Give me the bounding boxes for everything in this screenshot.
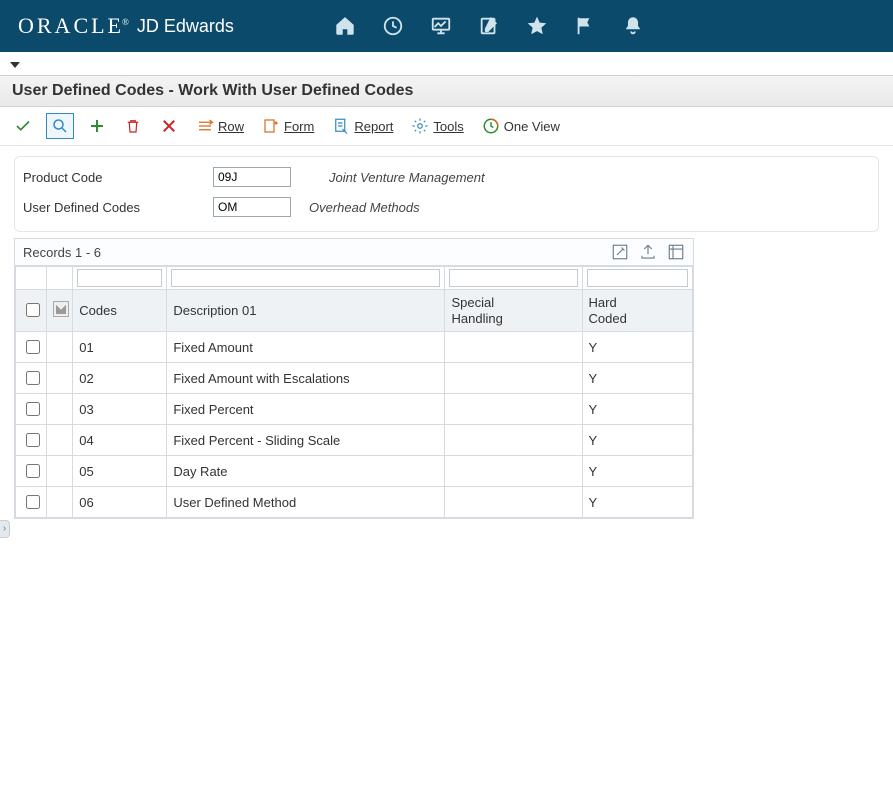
cell-desc: Fixed Amount	[167, 332, 445, 363]
oneview-menu-label: One View	[504, 119, 560, 134]
add-button[interactable]	[84, 114, 110, 138]
ok-button[interactable]	[10, 114, 36, 138]
col-special[interactable]: SpecialHandling	[445, 290, 582, 332]
product-name: JD Edwards	[137, 16, 234, 37]
filter-panel: Product Code Joint Venture Management Us…	[14, 156, 879, 232]
col-desc[interactable]: Description 01	[167, 290, 445, 332]
bell-icon[interactable]	[622, 15, 644, 37]
cell-hard: Y	[582, 394, 692, 425]
row-checkbox[interactable]	[26, 371, 40, 385]
star-icon[interactable]	[526, 15, 548, 37]
qbe-row	[16, 267, 693, 290]
compose-icon[interactable]	[478, 15, 500, 37]
find-button[interactable]	[46, 113, 74, 139]
table-row[interactable]: 05Day Rate Y	[16, 456, 693, 487]
close-button[interactable]	[156, 114, 182, 138]
recent-icon[interactable]	[382, 15, 404, 37]
app-banner: ORACLE® JD Edwards	[0, 0, 893, 52]
table-row[interactable]: 04Fixed Percent - Sliding Scale Y	[16, 425, 693, 456]
oracle-logo: ORACLE®	[18, 13, 129, 39]
monitor-icon[interactable]	[430, 15, 452, 37]
row-menu-button[interactable]: Row	[192, 114, 248, 138]
row-checkbox[interactable]	[26, 402, 40, 416]
row-checkbox[interactable]	[26, 495, 40, 509]
oneview-menu-button[interactable]: One View	[478, 114, 564, 138]
cell-hard: Y	[582, 332, 692, 363]
page-title: User Defined Codes - Work With User Defi…	[0, 76, 893, 107]
udc-input[interactable]	[213, 197, 291, 217]
cell-desc: Fixed Amount with Escalations	[167, 363, 445, 394]
cell-desc: User Defined Method	[167, 487, 445, 518]
cell-special	[445, 394, 582, 425]
form-menu-label: Form	[284, 119, 314, 134]
side-collapse-handle[interactable]: ›	[0, 520, 10, 538]
maximize-grid-icon[interactable]	[667, 243, 685, 261]
tools-menu-label: Tools	[433, 119, 463, 134]
product-code-label: Product Code	[23, 170, 213, 185]
cell-code: 04	[73, 425, 167, 456]
row-checkbox[interactable]	[26, 433, 40, 447]
form-menu-button[interactable]: Form	[258, 114, 318, 138]
qbe-hard-input[interactable]	[587, 269, 688, 287]
qbe-special-input[interactable]	[449, 269, 577, 287]
tools-menu-button[interactable]: Tools	[407, 114, 467, 138]
table-row[interactable]: 03Fixed Percent Y	[16, 394, 693, 425]
cell-hard: Y	[582, 456, 692, 487]
grid: Records 1 - 6	[14, 238, 694, 519]
cell-code: 05	[73, 456, 167, 487]
cell-hard: Y	[582, 425, 692, 456]
cell-code: 03	[73, 394, 167, 425]
cell-code: 02	[73, 363, 167, 394]
flag-icon[interactable]	[574, 15, 596, 37]
table-row[interactable]: 01Fixed Amount Y	[16, 332, 693, 363]
cell-desc: Fixed Percent	[167, 394, 445, 425]
row-checkbox[interactable]	[26, 340, 40, 354]
cell-desc: Fixed Percent - Sliding Scale	[167, 425, 445, 456]
edit-column-icon[interactable]	[53, 301, 69, 317]
cell-special	[445, 425, 582, 456]
breadcrumb-caret-icon[interactable]	[10, 62, 20, 68]
table-row[interactable]: 06User Defined Method Y	[16, 487, 693, 518]
cell-hard: Y	[582, 363, 692, 394]
form-toolbar: Row Form Report Tools One View	[0, 107, 893, 146]
cell-hard: Y	[582, 487, 692, 518]
qbe-codes-input[interactable]	[77, 269, 162, 287]
cell-special	[445, 363, 582, 394]
udc-desc: Overhead Methods	[309, 200, 420, 215]
table-row[interactable]: 02Fixed Amount with Escalations Y	[16, 363, 693, 394]
udc-label: User Defined Codes	[23, 200, 213, 215]
product-code-input[interactable]	[213, 167, 291, 187]
product-code-desc: Joint Venture Management	[329, 170, 485, 185]
grid-header-row: Codes Description 01 SpecialHandling Har…	[16, 290, 693, 332]
report-menu-label: Report	[354, 119, 393, 134]
col-hard[interactable]: HardCoded	[582, 290, 692, 332]
banner-icon-bar	[334, 15, 644, 37]
cell-special	[445, 332, 582, 363]
cell-desc: Day Rate	[167, 456, 445, 487]
customize-grid-icon[interactable]	[611, 243, 629, 261]
cell-code: 06	[73, 487, 167, 518]
records-count: Records 1 - 6	[23, 245, 101, 260]
report-menu-button[interactable]: Report	[328, 114, 397, 138]
select-all-checkbox[interactable]	[26, 303, 40, 317]
cell-special	[445, 456, 582, 487]
breadcrumb-strip	[0, 52, 893, 76]
cell-special	[445, 487, 582, 518]
delete-button[interactable]	[120, 114, 146, 138]
row-checkbox[interactable]	[26, 464, 40, 478]
cell-code: 01	[73, 332, 167, 363]
export-grid-icon[interactable]	[639, 243, 657, 261]
row-menu-label: Row	[218, 119, 244, 134]
col-codes[interactable]: Codes	[73, 290, 167, 332]
home-icon[interactable]	[334, 15, 356, 37]
qbe-desc-input[interactable]	[171, 269, 440, 287]
